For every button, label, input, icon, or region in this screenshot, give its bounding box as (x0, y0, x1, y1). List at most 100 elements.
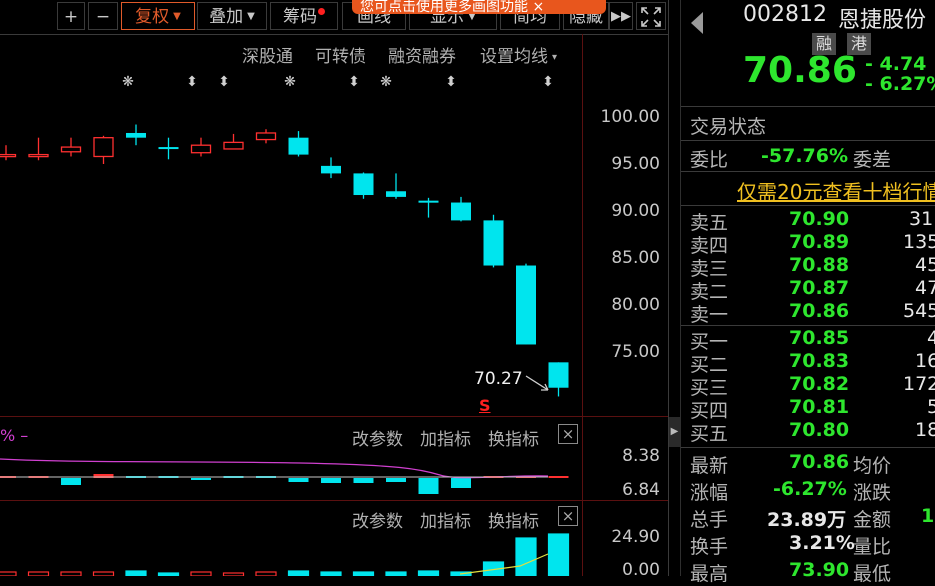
divider (681, 325, 935, 326)
candle[interactable] (190, 137, 212, 157)
event-marker-icon[interactable]: ❋ (122, 74, 134, 90)
candle[interactable] (93, 135, 114, 164)
candle-body (0, 153, 17, 158)
indicator-y-tick: 6.84 (622, 480, 660, 500)
back-arrow-icon[interactable] (689, 10, 705, 36)
candle-body (418, 200, 439, 203)
price-change: - 4.74 (865, 53, 927, 75)
indicator-bar (191, 478, 211, 480)
fuquan-dropdown[interactable]: 复权 ▼ (121, 2, 195, 30)
indicator-close-button[interactable]: × (558, 424, 578, 444)
volume-bar (190, 571, 212, 576)
y-tick-label: 80.00 (611, 295, 660, 315)
candle[interactable] (28, 137, 49, 161)
stat-label: 最新 (690, 455, 729, 477)
ask-row: 卖二 70.87 47 (681, 277, 935, 303)
indicator-y-tick: 8.38 (622, 446, 660, 466)
candle[interactable] (158, 137, 179, 160)
candle[interactable] (321, 157, 341, 179)
event-marker-icon[interactable]: ⬍ (445, 74, 457, 90)
bid-price: 70.85 (789, 327, 850, 349)
volume-bar (60, 571, 82, 576)
candle[interactable] (288, 131, 309, 157)
candle[interactable] (386, 173, 406, 199)
ask-label: 卖一 (690, 304, 729, 326)
candlestick-chart[interactable]: ❋ ⬍ ⬍ ❋ ⬍ ❋ ⬍ ⬍ (0, 60, 582, 416)
indicator-bar (353, 478, 374, 483)
indicator-bar (288, 478, 309, 482)
stat-label: 总手 (690, 509, 729, 531)
event-marker-icon[interactable]: ❋ (380, 74, 392, 90)
fullscreen-icon[interactable] (636, 2, 666, 30)
stat-value2: 1 (921, 505, 935, 527)
candle[interactable] (516, 263, 536, 345)
indicator-bar (386, 478, 406, 482)
stat-value: 3.21% (789, 532, 855, 554)
indicator-line (0, 458, 549, 479)
bid-row: 买二 70.83 16 (681, 350, 935, 376)
candle[interactable] (255, 129, 277, 144)
volume-bar (0, 571, 17, 576)
volume-jiazhibiao-link[interactable]: 加指标 (420, 507, 471, 532)
indicator-panel-bottom-border (0, 500, 668, 501)
volume-huanzhibiao-link[interactable]: 换指标 (488, 507, 539, 532)
event-marker-icon[interactable]: ⬍ (542, 74, 554, 90)
candle-body (223, 141, 244, 150)
volume-bar (385, 571, 407, 576)
indicator-chart[interactable] (0, 445, 582, 499)
candle-body (321, 165, 341, 174)
diejia-dropdown[interactable]: 叠加 ▼ (197, 2, 267, 30)
candle[interactable] (60, 137, 82, 157)
quote-panel: 002812 恩捷股份 融 港 70.86 - 4.74 - 6.27% 交易状… (680, 0, 935, 585)
stat-label2: 均价 (853, 455, 892, 477)
candle[interactable] (353, 172, 374, 199)
y-tick-label: 85.00 (611, 248, 660, 268)
stat-value: 70.86 (789, 451, 850, 473)
bid-row: 买一 70.85 4 (681, 327, 935, 353)
candle[interactable] (451, 196, 471, 222)
stat-label2: 最低 (853, 563, 892, 585)
zoom-out-button[interactable]: − (88, 2, 118, 30)
drawing-tip-banner[interactable]: 您可点击使用更多画图功能 × (352, 0, 606, 14)
event-marker-icon[interactable]: ⬍ (218, 74, 230, 90)
candle[interactable] (483, 214, 504, 268)
chouma-label: 筹码 (283, 7, 317, 27)
candle-body (158, 147, 179, 150)
stat-label: 换手 (690, 536, 729, 558)
candle[interactable] (126, 124, 146, 146)
candle-body (126, 132, 146, 138)
stat-label: 最高 (690, 563, 729, 585)
ask-row: 卖三 70.88 45 (681, 254, 935, 280)
indicator-bar (418, 478, 439, 494)
candle[interactable] (0, 145, 17, 161)
diejia-label: 叠加 (209, 7, 244, 27)
ask-volume: 47 (915, 277, 935, 299)
zoom-in-button[interactable]: + (57, 2, 85, 30)
fuquan-label: 复权 (135, 7, 170, 27)
volume-gaicanshu-link[interactable]: 改参数 (352, 507, 403, 532)
stock-code: 002812 (743, 2, 827, 27)
volume-bar (352, 571, 375, 576)
level2-promo-link[interactable]: 仅需20元查看十档行情 (737, 176, 935, 205)
current-price: 70.86 (743, 50, 857, 91)
volume-close-button[interactable]: × (558, 506, 578, 526)
chouma-button[interactable]: 筹码 (270, 2, 338, 30)
volume-bar (417, 570, 440, 576)
expand-right-icon[interactable]: ▶▶ (609, 2, 633, 30)
candle[interactable] (223, 133, 244, 150)
divider (681, 140, 935, 141)
event-marker-icon[interactable]: ⬍ (348, 74, 360, 90)
volume-chart[interactable] (0, 530, 582, 576)
event-marker-icon[interactable]: ❋ (284, 74, 296, 90)
candle[interactable] (418, 197, 439, 218)
candle-body (386, 191, 406, 197)
divider (681, 205, 935, 206)
candle-body (483, 220, 504, 266)
low-price-annotation: 70.27 (474, 369, 523, 389)
signal-s-icon[interactable]: S (479, 396, 491, 415)
indicator-legend: % – (0, 426, 29, 445)
y-tick-label: 75.00 (611, 342, 660, 362)
panel-collapse-icon[interactable]: ▶ (669, 417, 680, 447)
stat-value: -6.27% (773, 478, 847, 500)
event-marker-icon[interactable]: ⬍ (186, 74, 198, 90)
